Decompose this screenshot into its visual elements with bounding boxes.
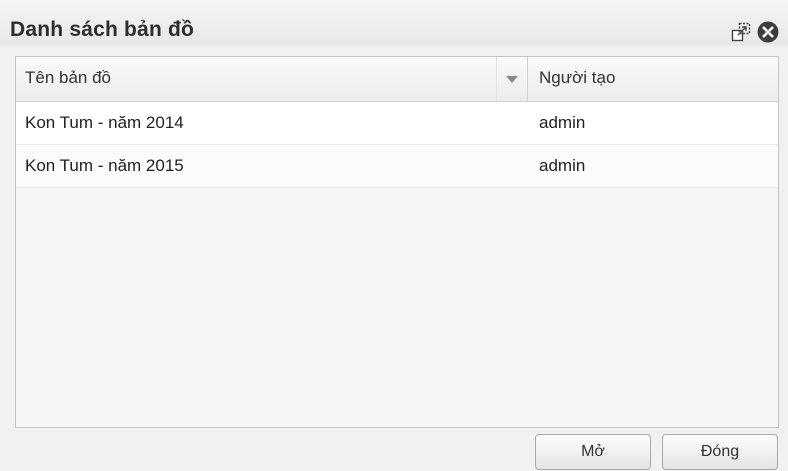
cell-creator: admin	[539, 113, 586, 132]
grid-header: Tên bản đồ Người tạo	[16, 57, 778, 102]
close-button[interactable]: Đóng	[662, 434, 778, 470]
cell-map-name: Kon Tum - năm 2014	[25, 113, 184, 132]
maximize-icon[interactable]	[731, 22, 751, 42]
sort-down-icon[interactable]	[496, 57, 527, 101]
open-button[interactable]: Mở	[535, 434, 651, 470]
dialog-titlebar: Danh sách bản đồ	[0, 0, 788, 46]
close-icon[interactable]	[757, 21, 779, 43]
cell-creator: admin	[539, 156, 586, 175]
dialog-title: Danh sách bản đồ	[10, 18, 195, 41]
column-header-map-name[interactable]: Tên bản đồ	[25, 68, 111, 88]
table-row[interactable]: Kon Tum - năm 2014 admin	[16, 102, 778, 145]
map-list-dialog: Danh sách bản đồ Tên bản đồ Người tạo Ko…	[0, 0, 788, 471]
cell-map-name: Kon Tum - năm 2015	[25, 156, 184, 175]
map-list-grid: Tên bản đồ Người tạo Kon Tum - năm 2014 …	[15, 56, 779, 428]
column-header-creator[interactable]: Người tạo	[539, 68, 615, 88]
column-divider	[527, 57, 528, 101]
table-row[interactable]: Kon Tum - năm 2015 admin	[16, 145, 778, 188]
